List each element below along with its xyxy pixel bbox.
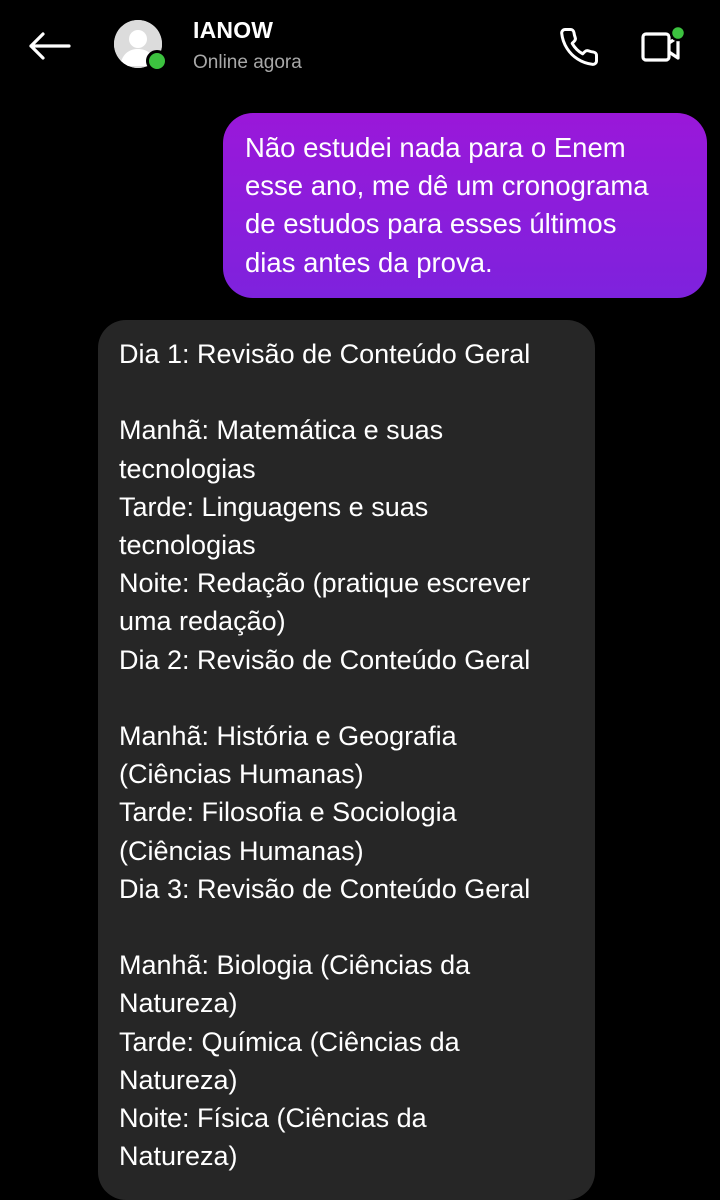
arrow-left-icon <box>29 32 71 60</box>
received-message-bubble[interactable]: Dia 1: Revisão de Conteúdo Geral Manhã: … <box>98 320 595 1200</box>
back-button[interactable] <box>24 24 74 68</box>
online-status-dot <box>146 50 168 72</box>
chat-header: IANOW Online agora <box>0 0 720 95</box>
video-call-button[interactable] <box>636 22 688 70</box>
voice-call-button[interactable] <box>556 24 602 70</box>
contact-avatar[interactable] <box>114 20 168 74</box>
contact-status: Online agora <box>193 52 302 73</box>
sent-message-bubble[interactable]: Não estudei nada para o Enem esse ano, m… <box>223 113 707 298</box>
video-camera-icon <box>641 24 687 62</box>
phone-icon <box>560 28 598 66</box>
contact-name[interactable]: IANOW <box>193 17 273 44</box>
